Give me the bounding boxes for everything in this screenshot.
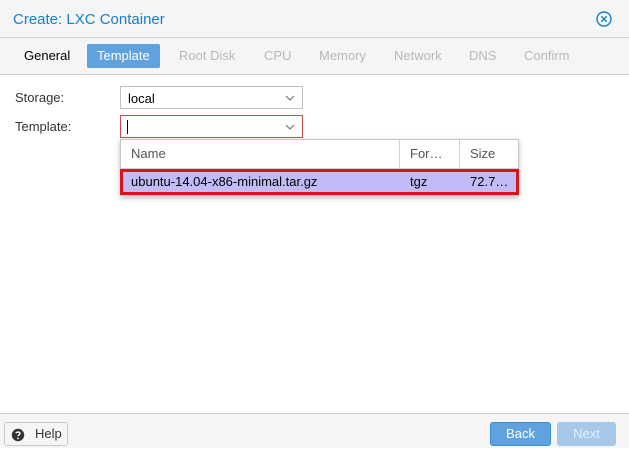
tab-network: Network [394,48,442,63]
template-combobox[interactable] [120,115,303,138]
storage-value: local [128,91,155,106]
back-button[interactable]: Back [490,422,551,446]
row-size: 72.7… [470,174,509,189]
tab-dns: DNS [469,48,497,63]
column-header-name[interactable]: Name [121,140,400,168]
help-button[interactable]: Help [4,422,68,446]
question-circle-icon [11,427,25,442]
storage-combobox[interactable]: local [120,86,303,109]
close-icon[interactable] [596,11,612,27]
tab-memory: Memory [319,48,366,63]
row-format: tgz [410,174,428,189]
template-picker-grid: Name For… Size ubuntu-14.04-x86-minimal.… [120,139,519,196]
tab-template[interactable]: Template [87,44,160,68]
tab-root-disk: Root Disk [179,48,236,63]
help-label: Help [35,426,62,441]
tab-cpu: CPU [264,48,292,63]
next-button[interactable]: Next [557,422,616,446]
template-panel [0,75,629,413]
dialog-titlebar: Create: LXC Container [0,0,629,38]
text-cursor [127,120,128,134]
chevron-down-icon[interactable] [284,121,296,133]
row-name: ubuntu-14.04-x86-minimal.tar.gz [131,174,318,189]
column-header-size[interactable]: Size [460,140,518,168]
tab-general[interactable]: General [14,44,80,68]
table-row[interactable]: ubuntu-14.04-x86-minimal.tar.gz tgz 72.7… [120,169,519,195]
column-header-format[interactable]: For… [400,140,460,168]
chevron-down-icon[interactable] [284,92,296,104]
dialog-footer: Help Back Next [0,413,629,448]
storage-label: Storage: [15,90,65,105]
dialog-title: Create: LXC Container [13,11,165,28]
tab-confirm: Confirm [524,48,570,63]
grid-header: Name For… Size [121,140,518,169]
template-label: Template: [15,119,72,134]
wizard-tabbar: General Template Root Disk CPU Memory Ne… [0,38,629,75]
